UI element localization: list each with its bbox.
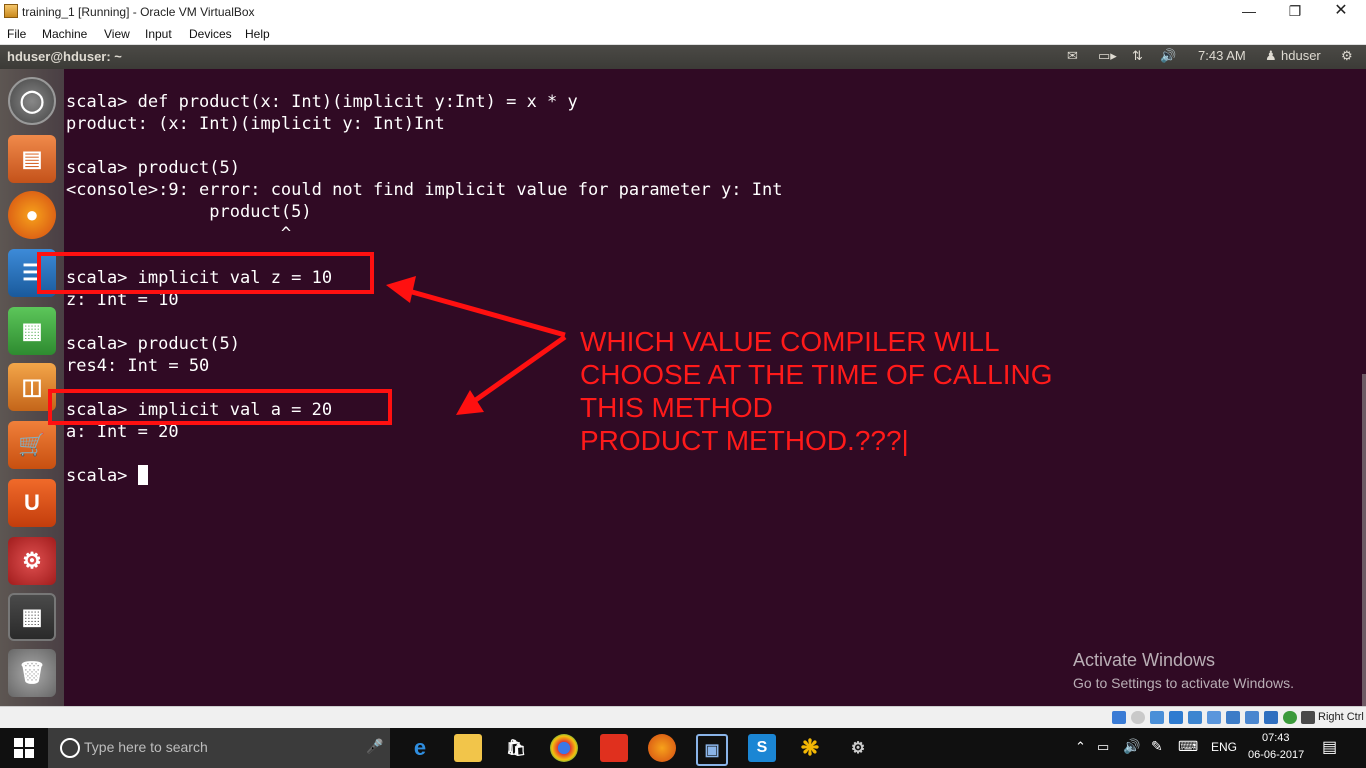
optical-drive-icon[interactable] [1131,711,1145,724]
chrome-icon[interactable] [550,734,578,762]
network-tray-icon[interactable]: ▭ [1097,739,1109,755]
action-center-icon[interactable]: ▤ [1322,737,1337,757]
network-adapter-icon[interactable] [1169,711,1183,724]
snip-tool-icon[interactable]: ❋ [796,734,824,762]
keyboard-tray-icon[interactable]: ⌨ [1178,738,1198,755]
video-capture-icon[interactable] [1245,711,1259,724]
volume-tray-icon[interactable]: 🔊 [1123,738,1140,755]
search-icon [60,738,80,758]
language-indicator[interactable]: ENG [1211,740,1237,754]
taskbar-search-box[interactable]: Type here to search 🎤 [48,728,390,768]
store-icon[interactable]: 🛍 [502,734,530,762]
watermark-subtitle: Go to Settings to activate Windows. [1073,675,1294,691]
arrow-head-lower [456,390,484,415]
app-tool-icon[interactable]: ⚙ [844,734,872,762]
vbox-statusbar: Right Ctrl [0,706,1366,729]
windows-taskbar: Type here to search 🎤 e 🛍 ▣ S ❋ ⚙ ⌃ ▭ 🔊 … [0,728,1366,768]
arrow-line-lower [468,334,567,407]
watermark-title: Activate Windows [1073,650,1216,670]
audio-icon[interactable] [1150,711,1164,724]
host-key-label: Right Ctrl [1318,711,1364,723]
microphone-icon[interactable]: 🎤 [366,738,383,755]
mouse-integration-icon[interactable] [1283,711,1297,724]
search-placeholder: Type here to search [84,739,208,755]
taskbar-clock-time[interactable]: 07:43 [1262,732,1290,744]
hard-disk-icon[interactable] [1112,711,1126,724]
annotation-text: WHICH VALUE COMPILER WILL CHOOSE AT THE … [580,325,1052,457]
virtualbox-taskbar-icon[interactable]: ▣ [696,734,728,766]
firefox-taskbar-icon[interactable] [648,734,676,762]
taskbar-clock-date[interactable]: 06-06-2017 [1248,749,1304,761]
keyboard-capture-icon[interactable] [1301,711,1315,724]
usb-icon[interactable] [1188,711,1202,724]
annotation-line: THIS METHOD [580,392,773,423]
system-tray-chevron-icon[interactable]: ⌃ [1075,739,1086,755]
windows-start-icon[interactable] [14,738,34,758]
annotation-line: PRODUCT METHOD.???| [580,425,909,456]
arrow-line-upper [404,287,566,338]
shared-folders-icon[interactable] [1207,711,1221,724]
skype-icon[interactable]: S [748,734,776,762]
app-red-icon[interactable] [600,734,628,762]
annotation-line: CHOOSE AT THE TIME OF CALLING [580,359,1053,390]
activate-windows-watermark: Activate Windows Go to Settings to activ… [1073,650,1294,691]
pen-tray-icon[interactable]: ✎ [1151,738,1163,755]
arrow-head-upper [386,276,416,303]
annotation-line: WHICH VALUE COMPILER WILL [580,326,1000,357]
edge-icon[interactable]: e [406,734,434,762]
virtualization-icon[interactable] [1264,711,1278,724]
display-icon[interactable] [1226,711,1240,724]
file-explorer-icon[interactable] [454,734,482,762]
